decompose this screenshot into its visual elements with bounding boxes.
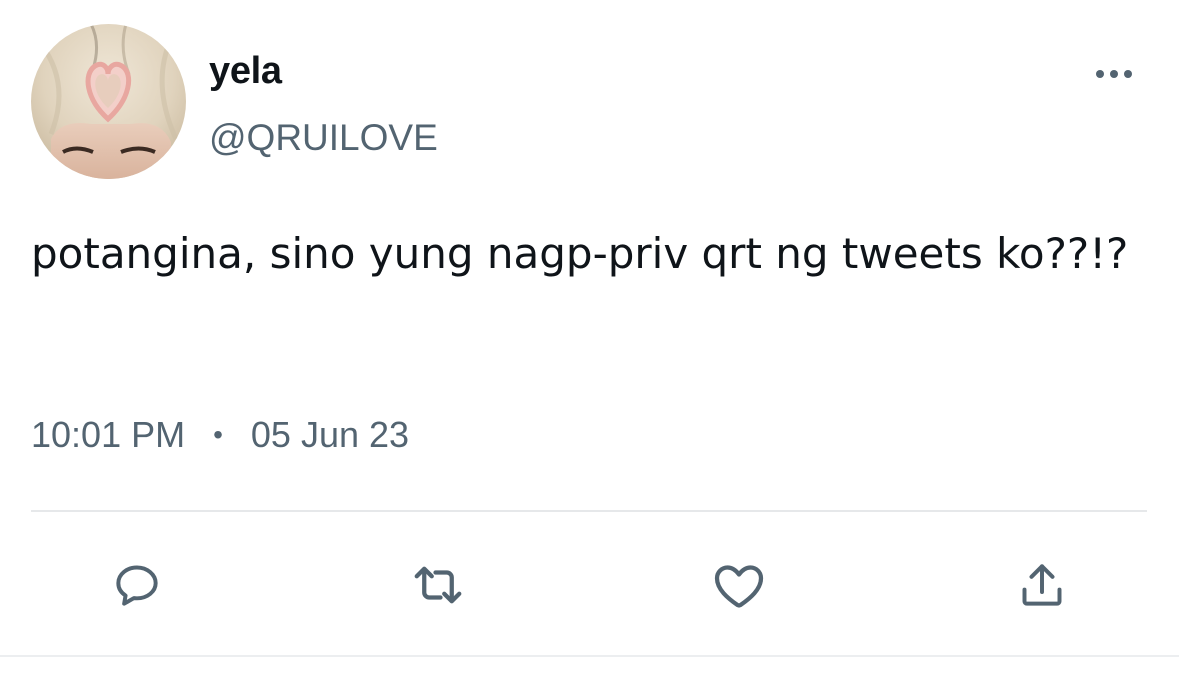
user-handle[interactable]: @QRUILOVE	[209, 116, 438, 160]
display-name[interactable]: yela	[209, 48, 282, 94]
tweet-meta: 10:01 PM • 05 Jun 23	[31, 412, 409, 458]
more-horizontal-icon	[1096, 70, 1132, 78]
avatar-image	[31, 24, 186, 179]
meta-separator: •	[213, 419, 223, 450]
bottom-divider	[0, 655, 1179, 657]
action-bar	[0, 555, 1179, 615]
reply-button[interactable]	[107, 555, 167, 615]
reply-icon	[116, 565, 158, 606]
like-button[interactable]	[709, 555, 769, 615]
retweet-icon	[414, 566, 462, 604]
heart-icon	[714, 565, 764, 608]
divider	[31, 510, 1147, 512]
more-options-button[interactable]	[1090, 60, 1138, 88]
tweet-date[interactable]: 05 Jun 23	[251, 412, 409, 458]
tweet-text: potangina, sino yung nagp-priv qrt ng tw…	[31, 229, 1129, 278]
share-button[interactable]	[1012, 555, 1072, 615]
tweet-card: yela @QRUILOVE potangina, sino yung nagp…	[0, 0, 1179, 675]
share-icon	[1022, 564, 1062, 606]
tweet-time[interactable]: 10:01 PM	[31, 412, 185, 458]
retweet-button[interactable]	[408, 555, 468, 615]
avatar[interactable]	[31, 24, 186, 179]
